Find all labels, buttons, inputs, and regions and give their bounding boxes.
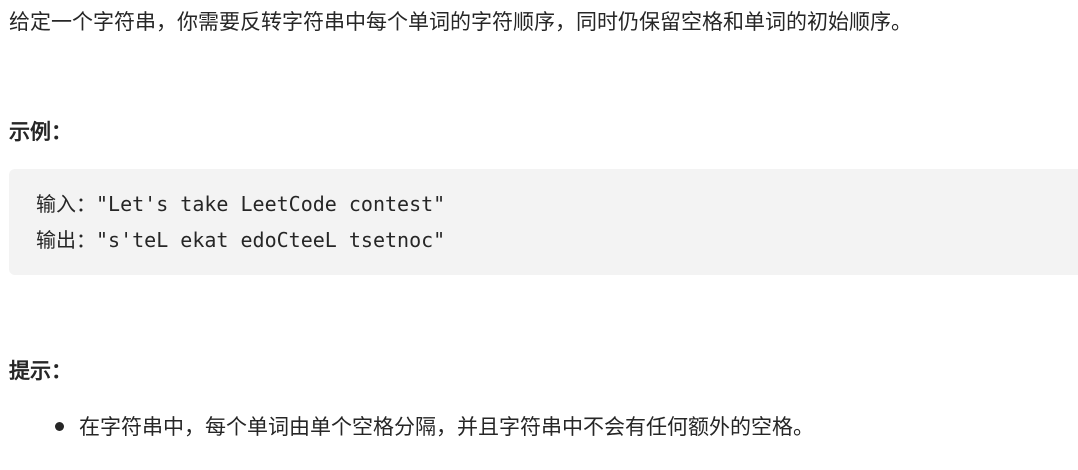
example-code-block: 输入："Let's take LeetCode contest" 输出："s't… xyxy=(9,169,1078,275)
example-input-line: 输入："Let's take LeetCode contest" xyxy=(36,192,446,216)
list-item: 在字符串中，每个单词由单个空格分隔，并且字符串中不会有任何额外的空格。 xyxy=(0,410,1078,444)
example-heading: 示例： xyxy=(9,120,72,144)
problem-description: 给定一个字符串，你需要反转字符串中每个单词的字符顺序，同时仍保留空格和单词的初始… xyxy=(9,10,912,34)
hints-list: 在字符串中，每个单词由单个空格分隔，并且字符串中不会有任何额外的空格。 xyxy=(0,410,1078,444)
bullet-dot-icon xyxy=(55,422,64,431)
hints-heading: 提示： xyxy=(9,359,72,383)
hint-text: 在字符串中，每个单词由单个空格分隔，并且字符串中不会有任何额外的空格。 xyxy=(79,415,814,439)
example-output-line: 输出："s'teL ekat edoCteeL tsetnoc" xyxy=(36,228,446,252)
